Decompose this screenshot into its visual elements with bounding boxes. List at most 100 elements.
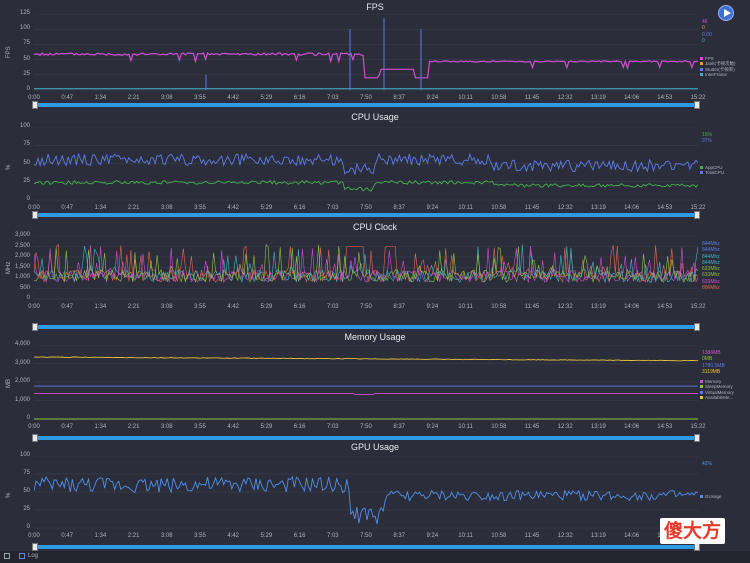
legend-swatch bbox=[700, 166, 703, 170]
y-tick-clock: 0 bbox=[26, 295, 30, 301]
y-tick-memory: 1,000 bbox=[14, 396, 30, 403]
x-tick-clock: 4:42 bbox=[227, 304, 240, 310]
x-tick-clock: 12:32 bbox=[557, 304, 573, 310]
series-fps bbox=[34, 52, 698, 79]
time-range-slider-clock[interactable] bbox=[32, 323, 700, 331]
y-tick-cpu: 50 bbox=[23, 159, 30, 166]
y-tick-fps: 125 bbox=[19, 10, 30, 16]
legend-item[interactable]: InterFrame bbox=[700, 72, 736, 77]
x-tick-memory: 3:55 bbox=[194, 424, 206, 430]
legend-label: GUsage bbox=[705, 494, 722, 499]
x-tick-gpu: 5:29 bbox=[260, 533, 273, 539]
plot-area-gpu bbox=[34, 456, 698, 529]
slider-handle-left[interactable] bbox=[32, 434, 38, 442]
x-tick-gpu: 8:37 bbox=[393, 533, 406, 539]
y-tick-cpu: 0 bbox=[26, 196, 30, 202]
panel-title-cpu: CPU Usage bbox=[351, 112, 399, 122]
slider-handle-left[interactable] bbox=[32, 211, 38, 219]
log-checkbox[interactable] bbox=[19, 553, 25, 559]
x-tick-memory: 6:16 bbox=[293, 424, 306, 430]
y-tick-fps: 75 bbox=[23, 40, 30, 47]
legend-label: InterFrame bbox=[705, 71, 728, 77]
y-tick-gpu: 100 bbox=[19, 452, 30, 458]
x-tick-gpu: 4:42 bbox=[227, 533, 240, 539]
x-tick-gpu: 10:58 bbox=[491, 533, 507, 539]
x-tick-fps: 10:58 bbox=[491, 95, 507, 101]
x-tick-fps: 14:53 bbox=[657, 95, 673, 101]
x-tick-memory: 4:42 bbox=[227, 424, 240, 430]
legend-item[interactable]: AvailableMe... bbox=[700, 395, 734, 400]
x-tick-cpu: 7:03 bbox=[326, 205, 339, 211]
x-tick-clock: 1:34 bbox=[94, 304, 107, 310]
x-tick-fps: 12:32 bbox=[557, 95, 573, 101]
x-tick-clock: 14:53 bbox=[657, 304, 673, 310]
x-tick-clock: 15:22 bbox=[690, 304, 706, 310]
x-tick-fps: 7:50 bbox=[360, 95, 372, 101]
y-tick-memory: 0 bbox=[26, 415, 30, 421]
slider-handle-left[interactable] bbox=[32, 323, 38, 331]
current-value: 1780.5MB bbox=[702, 362, 725, 369]
time-range-slider-cpu[interactable] bbox=[32, 211, 700, 219]
plot-area-fps bbox=[34, 14, 698, 91]
x-tick-gpu: 1:34 bbox=[94, 533, 107, 539]
y-tick-cpu: 75 bbox=[23, 141, 30, 148]
x-tick-fps: 14:06 bbox=[624, 95, 640, 101]
x-tick-clock: 14:06 bbox=[624, 304, 640, 310]
log-label: Log bbox=[28, 553, 39, 559]
x-tick-cpu: 8:37 bbox=[393, 205, 406, 211]
x-tick-gpu: 3:08 bbox=[160, 533, 173, 539]
x-tick-memory: 0:00 bbox=[28, 424, 40, 430]
y-tick-fps: 50 bbox=[23, 55, 30, 62]
x-tick-gpu: 9:24 bbox=[426, 533, 439, 539]
slider-handle-right[interactable] bbox=[694, 434, 700, 442]
x-tick-gpu: 0:00 bbox=[28, 533, 40, 539]
x-tick-memory: 3:08 bbox=[160, 424, 173, 430]
slider-handle-left[interactable] bbox=[32, 543, 38, 551]
x-tick-gpu: 2:21 bbox=[127, 533, 140, 539]
legend-swatch bbox=[700, 62, 703, 66]
x-tick-fps: 4:42 bbox=[227, 95, 240, 101]
x-tick-cpu: 3:08 bbox=[160, 205, 173, 211]
x-tick-memory: 15:22 bbox=[690, 424, 706, 430]
slider-handle-right[interactable] bbox=[694, 323, 700, 331]
x-tick-clock: 10:11 bbox=[458, 304, 473, 310]
x-tick-cpu: 10:58 bbox=[491, 205, 507, 211]
x-tick-gpu: 11:45 bbox=[524, 533, 540, 539]
current-value: 844Mhz bbox=[702, 247, 720, 254]
x-tick-fps: 9:24 bbox=[426, 95, 439, 101]
x-tick-gpu: 6:16 bbox=[293, 533, 306, 539]
legend-swatch bbox=[700, 390, 703, 394]
legend-swatch bbox=[700, 57, 703, 61]
slider-handle-left[interactable] bbox=[32, 101, 38, 109]
slider-handle-right[interactable] bbox=[694, 211, 700, 219]
x-tick-gpu: 7:03 bbox=[326, 533, 339, 539]
current-value: 806Mhz bbox=[702, 285, 720, 292]
time-range-slider-fps[interactable] bbox=[32, 101, 700, 109]
time-range-slider-gpu[interactable] bbox=[32, 543, 700, 551]
legend-label: AvailableMe... bbox=[705, 394, 734, 400]
x-tick-gpu: 14:06 bbox=[624, 533, 640, 539]
x-tick-fps: 2:21 bbox=[127, 95, 140, 101]
slider-handle-right[interactable] bbox=[694, 101, 700, 109]
x-tick-fps: 3:55 bbox=[194, 95, 206, 101]
footer-bar: Log bbox=[0, 551, 750, 563]
slider-handle-right[interactable] bbox=[694, 543, 700, 551]
x-tick-fps: 11:45 bbox=[524, 95, 540, 101]
x-tick-fps: 5:29 bbox=[260, 95, 273, 101]
x-tick-fps: 10:11 bbox=[458, 95, 473, 101]
x-tick-memory: 10:11 bbox=[458, 424, 473, 430]
current-values-memory: 1386MB 0MB 1780.5MB 3119MB bbox=[702, 350, 725, 375]
legend-swatch bbox=[700, 385, 703, 389]
legend-swatch bbox=[700, 73, 703, 77]
legend-gpu: GUsage bbox=[700, 494, 722, 499]
series-gpu-usage bbox=[34, 475, 698, 525]
x-tick-memory: 11:45 bbox=[524, 424, 540, 430]
x-tick-fps: 3:08 bbox=[160, 95, 173, 101]
time-range-slider-memory[interactable] bbox=[32, 434, 700, 442]
series-available-memory bbox=[34, 356, 698, 362]
expand-icon[interactable] bbox=[4, 553, 10, 559]
legend-item[interactable]: GUsage bbox=[700, 494, 722, 499]
x-tick-clock: 10:58 bbox=[491, 304, 507, 310]
x-tick-fps: 6:16 bbox=[293, 95, 306, 101]
legend-item[interactable]: TotalCPU bbox=[700, 170, 724, 175]
